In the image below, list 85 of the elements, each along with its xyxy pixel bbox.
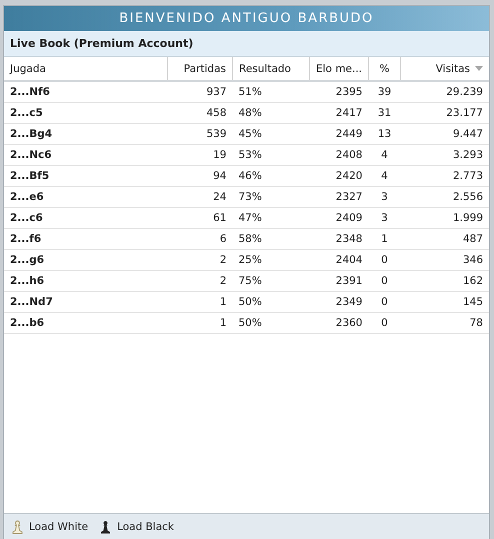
table-cell: 3.293 [400,144,489,166]
table-cell: 937 [168,81,232,102]
table-cell: 13 [368,124,400,144]
move-cell: 2...c6 [4,208,168,228]
table-cell: 2 [168,270,232,292]
table-cell: 39 [368,81,400,102]
table-cell: 50% [232,292,310,312]
table-cell: 346 [400,250,489,270]
table-cell: 0 [368,250,400,270]
move-cell: 2...Nf6 [4,81,168,102]
column-header[interactable]: Resultado [232,57,310,81]
table-cell: 2 [168,250,232,270]
table-cell: 0 [368,292,400,312]
table-cell: 3 [368,186,400,208]
table-cell: 25% [232,250,310,270]
table-cell: 0 [368,270,400,292]
table-cell: 78 [400,312,489,334]
move-cell: 2...h6 [4,270,168,292]
table-cell: 2327 [310,186,368,208]
move-cell: 2...Bg4 [4,124,168,144]
column-header[interactable]: Visitas [400,57,489,81]
move-cell: 2...Nc6 [4,144,168,166]
table-cell: 48% [232,102,310,124]
table-cell: 1 [368,228,400,250]
table-cell: 2449 [310,124,368,144]
table-cell: 6 [168,228,232,250]
table-cell: 61 [168,208,232,228]
table-cell: 2417 [310,102,368,124]
pawn-outline-icon [12,520,23,534]
table-cell: 2.556 [400,186,489,208]
table-cell: 2420 [310,166,368,186]
table-cell: 2409 [310,208,368,228]
table-cell: 539 [168,124,232,144]
table-cell: 58% [232,228,310,250]
table-cell: 4 [368,166,400,186]
move-cell: 2...g6 [4,250,168,270]
table-cell: 31 [368,102,400,124]
sort-descending-icon [475,66,483,72]
move-cell: 2...c5 [4,102,168,124]
table-cell: 1.999 [400,208,489,228]
table-cell: 9.447 [400,124,489,144]
panel-title: Live Book (Premium Account) [10,37,194,50]
table-cell: 47% [232,208,310,228]
table-cell: 50% [232,312,310,334]
window-title: BIENVENIDO ANTIGUO BARBUDO [119,11,374,26]
table-cell: 0 [368,312,400,334]
table-cell: 458 [168,102,232,124]
table-cell: 2349 [310,292,368,312]
pawn-icon [100,520,112,534]
table-cell: 3 [368,208,400,228]
table-cell: 1 [168,312,232,334]
table-cell: 2391 [310,270,368,292]
table-cell: 45% [232,124,310,144]
table-cell: 19 [168,144,232,166]
table-cell: 162 [400,270,489,292]
load-button[interactable]: Load Black [117,520,174,532]
table-cell: 2395 [310,81,368,102]
table-cell: 2404 [310,250,368,270]
table-cell: 24 [168,186,232,208]
column-header[interactable]: Partidas [168,57,232,81]
column-header[interactable]: % [368,57,400,81]
move-cell: 2...e6 [4,186,168,208]
load-button[interactable]: Load White [29,520,88,532]
table-cell: 2360 [310,312,368,334]
move-cell: 2...b6 [4,312,168,334]
table-cell: 75% [232,270,310,292]
table-cell: 23.177 [400,102,489,124]
table-cell: 46% [232,166,310,186]
table-cell: 2348 [310,228,368,250]
table-cell: 73% [232,186,310,208]
table-cell: 2408 [310,144,368,166]
table-cell: 1 [168,292,232,312]
move-cell: 2...Nd7 [4,292,168,312]
table-cell: 29.239 [400,81,489,102]
table-cell: 53% [232,144,310,166]
table-cell: 2.773 [400,166,489,186]
table-cell: 487 [400,228,489,250]
column-header[interactable]: Elo me... [310,57,368,81]
move-cell: 2...f6 [4,228,168,250]
table-cell: 4 [368,144,400,166]
column-header[interactable]: Jugada [4,57,168,81]
move-cell: 2...Bf5 [4,166,168,186]
table-cell: 51% [232,81,310,102]
table-cell: 145 [400,292,489,312]
table-cell: 94 [168,166,232,186]
